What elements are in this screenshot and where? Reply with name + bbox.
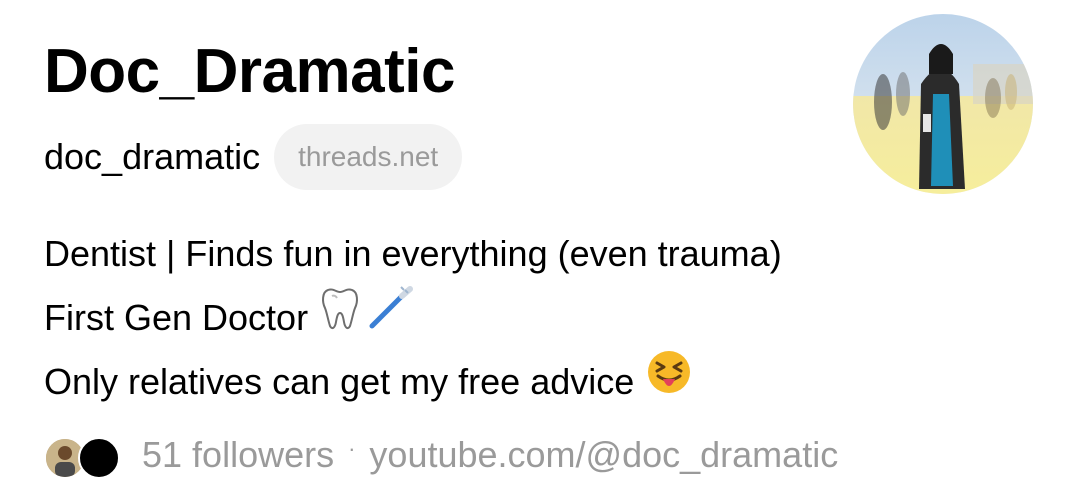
bio-line-2-text: First Gen Doctor [44, 297, 309, 338]
bio-line-2: First Gen Doctor [44, 286, 782, 350]
follower-avatars[interactable] [44, 433, 126, 479]
profile-username: doc_dramatic [44, 136, 261, 177]
bio-line-3: Only relatives can get my free advice [44, 350, 782, 414]
profile-bio: Dentist | Finds fun in everything (even … [44, 222, 782, 414]
profile-link[interactable]: youtube.com/@doc_dramatic [369, 434, 838, 476]
threads-domain-badge[interactable]: threads.net [274, 124, 463, 190]
squinting-face-with-tongue-icon [646, 349, 692, 415]
toothbrush-icon [366, 286, 414, 350]
profile-display-name: Doc_Dramatic [44, 37, 455, 106]
profile-meta-row: 51 followers · youtube.com/@doc_dramatic [44, 428, 838, 482]
followers-count[interactable]: 51 followers [142, 434, 334, 476]
tooth-icon [320, 286, 360, 350]
bio-line-3-text: Only relatives can get my free advice [44, 361, 635, 402]
meta-separator: · [348, 436, 356, 461]
handle-row: doc_dramatic threads.net [44, 124, 463, 190]
profile-avatar[interactable] [853, 14, 1033, 194]
follower-avatar [78, 437, 120, 479]
avatar-photo [853, 14, 1033, 194]
bio-line-1: Dentist | Finds fun in everything (even … [44, 233, 782, 274]
